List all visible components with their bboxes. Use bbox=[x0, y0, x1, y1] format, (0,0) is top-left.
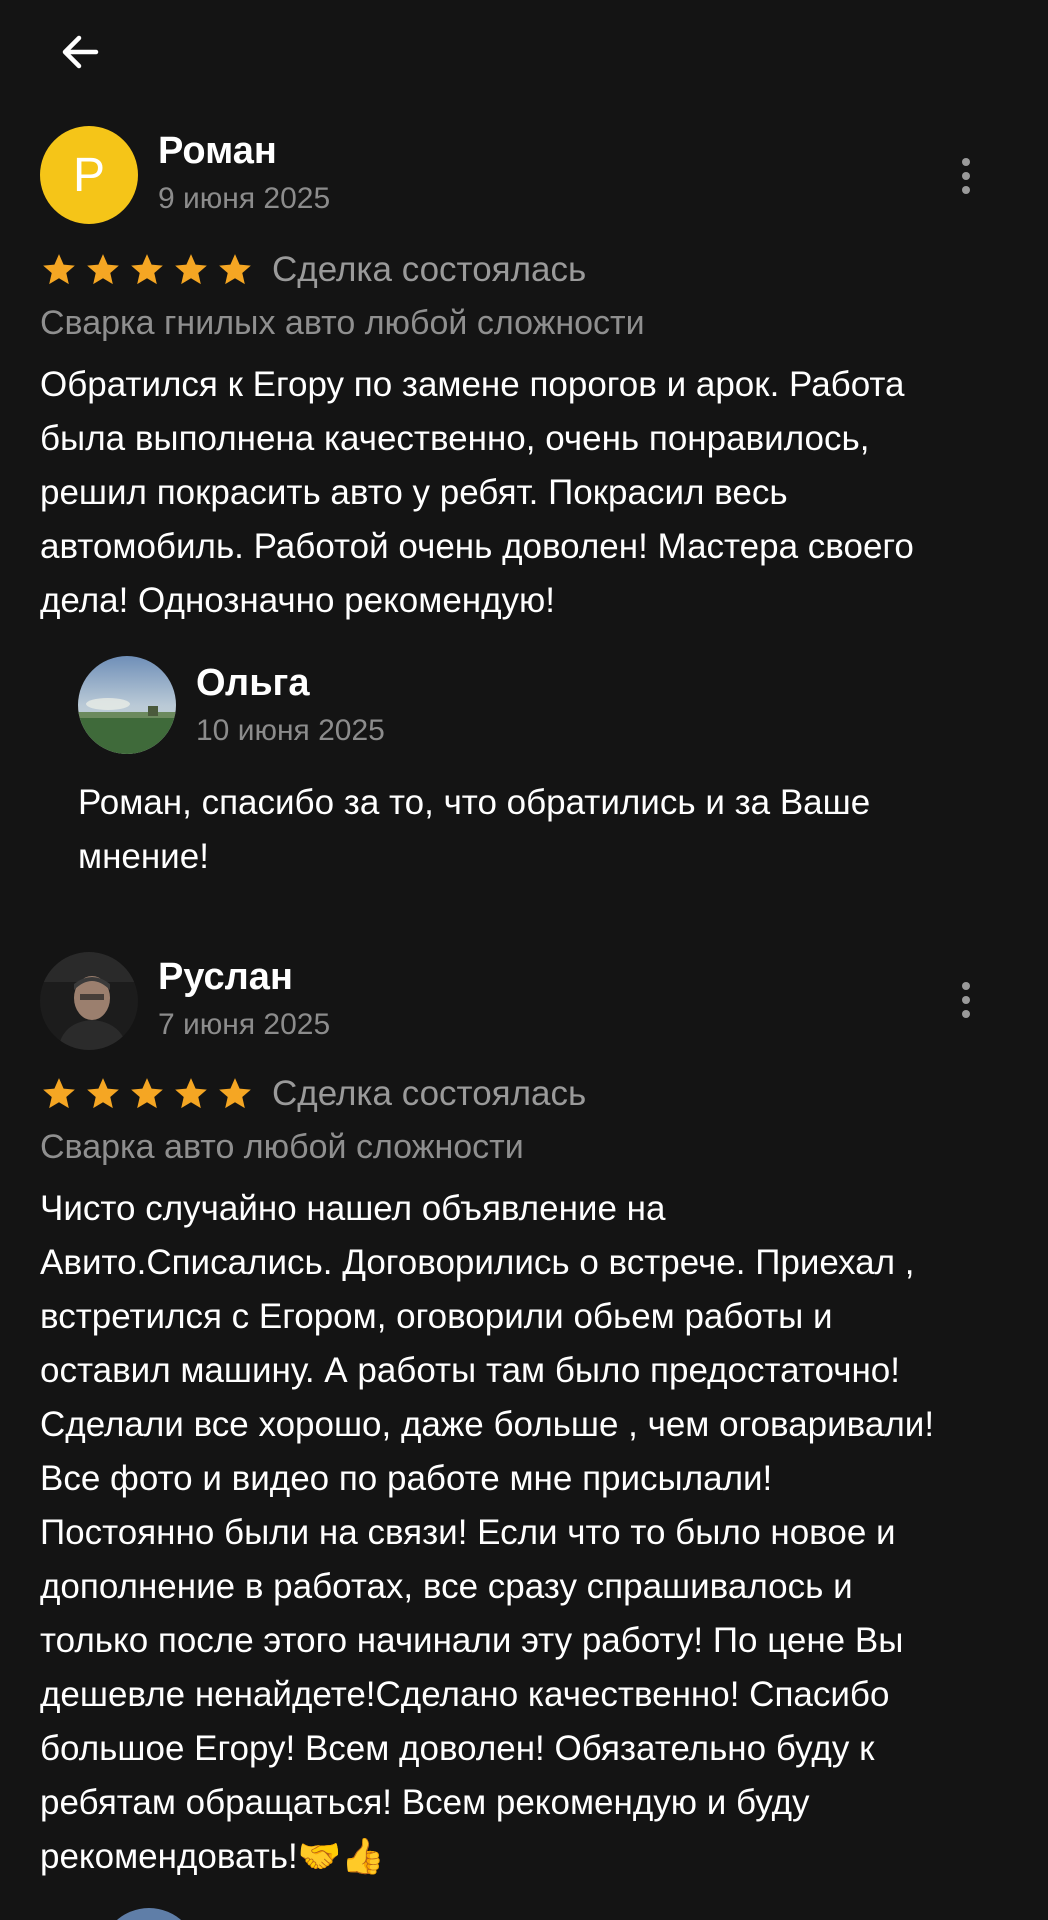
back-button[interactable] bbox=[52, 24, 108, 80]
review-text-line: ребятам обращаться! Всем рекомендую и бу… bbox=[40, 1783, 810, 1822]
review-text-line: Обратился к Егору по замене порогов и ар… bbox=[40, 365, 905, 404]
review-text-line: оставил машину. А работы там было предос… bbox=[40, 1351, 900, 1390]
reply-author-name: Ольга bbox=[196, 662, 310, 704]
review-text: Обратился к Егору по замене порогов и ар… bbox=[40, 358, 1020, 628]
review-text-line: только после этого начинали эту работу! … bbox=[40, 1621, 904, 1660]
star-icon bbox=[219, 1078, 251, 1109]
reply-date: 10 июня 2025 bbox=[196, 714, 385, 747]
reply-text: Роман, спасибо за то, что обратились и з… bbox=[78, 776, 1008, 884]
star-icon bbox=[87, 1078, 119, 1109]
more-vertical-icon bbox=[962, 982, 970, 1018]
star-icon bbox=[87, 254, 119, 285]
review-text-line: дешевле ненайдете!Сделано качественно! С… bbox=[40, 1675, 890, 1714]
review-date: 9 июня 2025 bbox=[158, 182, 331, 215]
review-text-line: Сделали все хорошо, даже больше , чем ог… bbox=[40, 1405, 935, 1444]
review-text-line: дополнение в работах, все сразу спрашива… bbox=[40, 1567, 853, 1606]
next-review-avatar[interactable] bbox=[100, 1908, 198, 1920]
star-icon bbox=[175, 1078, 207, 1109]
star-icon bbox=[219, 254, 251, 285]
review-text-line: большое Егору! Всем доволен! Обязательно… bbox=[40, 1729, 875, 1768]
review-text-line: Авито.Списались. Договорились о встрече.… bbox=[40, 1243, 915, 1282]
rating-row: Сделка состоялась bbox=[40, 1072, 586, 1116]
rating-row: Сделка состоялась bbox=[40, 248, 586, 292]
star-rating bbox=[40, 251, 254, 289]
review-text: Чисто случайно нашел объявление на Авито… bbox=[40, 1182, 1020, 1884]
more-options-button[interactable] bbox=[948, 970, 984, 1030]
review-text-line: Постоянно были на связи! Если что то был… bbox=[40, 1513, 896, 1552]
review-text-line: встретился с Егором, оговорили обьем раб… bbox=[40, 1297, 833, 1336]
author-name[interactable]: Роман bbox=[158, 130, 277, 173]
author-name[interactable]: Руслан bbox=[158, 956, 293, 999]
star-icon bbox=[43, 254, 75, 285]
star-icon bbox=[43, 1078, 75, 1109]
review-text-line: дела! Однозначно рекомендую! bbox=[40, 581, 556, 620]
review-text-line: решил покрасить авто у ребят. Покрасил в… bbox=[40, 473, 788, 512]
review-text-line: была выполнена качественно, очень понрав… bbox=[40, 419, 870, 458]
arrow-left-icon bbox=[62, 35, 99, 69]
review-text-line: Все фото и видео по работе мне присылали… bbox=[40, 1459, 773, 1498]
avatar-letter: Р bbox=[72, 148, 105, 202]
reply-text-line: мнение! bbox=[78, 837, 209, 876]
service-title[interactable]: Сварка авто любой сложности bbox=[40, 1128, 524, 1167]
reply-avatar[interactable] bbox=[78, 656, 176, 754]
star-rating bbox=[40, 1075, 254, 1113]
deal-status: Сделка состоялась bbox=[272, 1074, 587, 1113]
user-photo-avatar bbox=[40, 952, 138, 1050]
review-text-line: автомобиль. Работой очень доволен! Масте… bbox=[40, 527, 914, 566]
review-date: 7 июня 2025 bbox=[158, 1008, 331, 1041]
service-title[interactable]: Сварка гнилых авто любой сложности bbox=[40, 304, 645, 343]
star-icon bbox=[131, 254, 163, 285]
reply-text-line: Роман, спасибо за то, что обратились и з… bbox=[78, 783, 871, 822]
more-options-button[interactable] bbox=[948, 146, 984, 206]
avatar[interactable]: Р bbox=[40, 126, 138, 224]
avatar[interactable] bbox=[40, 952, 138, 1050]
more-vertical-icon bbox=[962, 158, 970, 194]
star-icon bbox=[131, 1078, 163, 1109]
review-text-line: рекомендовать!🤝👍 bbox=[40, 1837, 385, 1876]
star-icon bbox=[175, 254, 207, 285]
landscape-avatar-image bbox=[78, 656, 176, 754]
deal-status: Сделка состоялась bbox=[272, 250, 587, 289]
review-text-line: Чисто случайно нашел объявление на bbox=[40, 1189, 666, 1228]
